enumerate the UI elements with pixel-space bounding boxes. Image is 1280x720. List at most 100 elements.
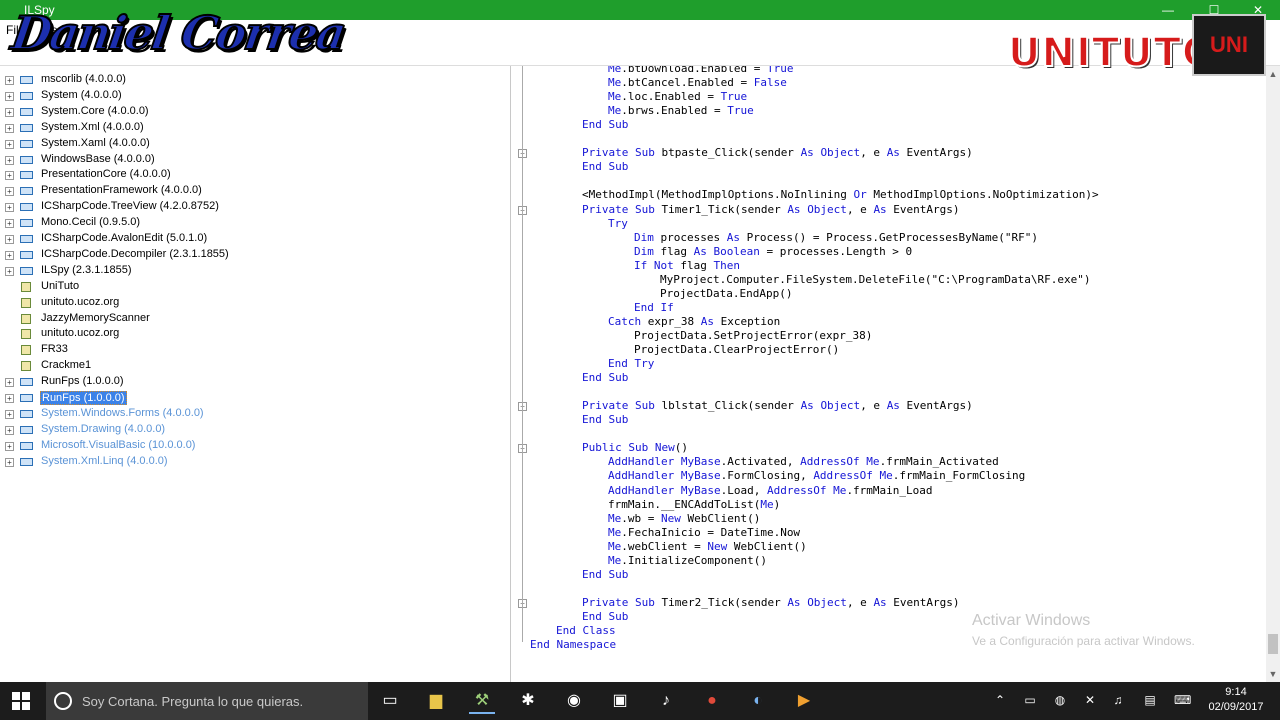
file-explorer-icon[interactable]: ▆: [423, 688, 449, 714]
expand-icon[interactable]: +: [5, 187, 14, 197]
assembly-icon: [20, 394, 33, 402]
ilspy-taskbar-icon[interactable]: ⚒: [469, 688, 495, 714]
tree-item[interactable]: + PresentationFramework (4.0.0.0): [0, 183, 511, 199]
expand-icon[interactable]: +: [5, 394, 14, 403]
code-line: AddHandler MyBase.Load, AddressOf Me.frm…: [530, 484, 933, 498]
code-token: frmMain.__ENCAddToList(: [608, 497, 761, 511]
tree-item[interactable]: + ICSharpCode.Decompiler (2.3.1.1855): [0, 247, 511, 263]
battery-icon[interactable]: ▭: [1022, 693, 1038, 707]
expand-icon[interactable]: +: [5, 378, 14, 388]
tree-item[interactable]: unituto.ucoz.org: [0, 295, 511, 311]
media-player-icon[interactable]: ▶: [791, 688, 817, 714]
tree-item-label: unituto.ucoz.org: [41, 327, 120, 340]
expand-icon[interactable]: +: [5, 425, 14, 435]
tree-item[interactable]: + WindowsBase (4.0.0.0): [0, 152, 511, 168]
microphone-icon[interactable]: ♪: [653, 688, 679, 714]
code-token: <MethodImpl(MethodImplOptions.NoInlining: [582, 188, 854, 202]
cortana-search-box[interactable]: Soy Cortana. Pregunta lo que quieras.: [46, 682, 368, 720]
taskbar-clock[interactable]: 9:14 02/09/2017: [1196, 685, 1276, 715]
assembly-icon: [20, 266, 33, 275]
tree-item[interactable]: + System.Core (4.0.0.0): [0, 104, 511, 120]
tree-item[interactable]: + ICSharpCode.AvalonEdit (5.0.1.0): [0, 231, 511, 247]
tree-item[interactable]: + System.Xml (4.0.0.0): [0, 120, 511, 136]
expand-icon[interactable]: +: [5, 250, 14, 260]
code-keyword: False: [753, 76, 787, 90]
expand-icon[interactable]: +: [5, 139, 14, 149]
expand-icon[interactable]: +: [5, 409, 14, 419]
start-button[interactable]: [12, 692, 30, 710]
code-token: .FechaInicio = DateTime.Now: [621, 525, 801, 539]
tree-item[interactable]: JazzyMemoryScanner: [0, 311, 511, 327]
code-keyword: End Try: [608, 357, 655, 371]
tree-item[interactable]: FR33: [0, 342, 511, 358]
expand-icon[interactable]: +: [5, 155, 14, 165]
code-line: Dim flag As Boolean = processes.Length >…: [530, 245, 912, 259]
code-token: ProjectData.ClearProjectError(): [634, 343, 840, 356]
store-icon[interactable]: ▣: [607, 688, 633, 714]
code-keyword: New: [707, 539, 728, 553]
chrome-icon[interactable]: ●: [699, 688, 725, 714]
expand-icon[interactable]: +: [5, 441, 14, 451]
tree-item[interactable]: + System.Xml.Linq (4.0.0.0): [0, 454, 511, 470]
tree-item[interactable]: + Microsoft.VisualBasic (10.0.0.0): [0, 438, 511, 454]
code-keyword: AddressOf Me: [800, 455, 880, 469]
code-keyword: Try: [608, 216, 628, 230]
scroll-up-arrow-icon[interactable]: ▲: [1266, 66, 1280, 82]
tree-item[interactable]: + mscorlib (4.0.0.0): [0, 72, 511, 88]
code-line: End If: [530, 301, 674, 315]
tree-item-label: mscorlib (4.0.0.0): [41, 73, 126, 85]
code-token: btpaste_Click(sender: [654, 146, 801, 160]
expand-icon[interactable]: +: [5, 457, 14, 467]
code-view[interactable]: Activar Windows Ve a Configuración para …: [514, 66, 1266, 682]
code-keyword: End If: [634, 300, 674, 314]
assembly-tree[interactable]: + mscorlib (4.0.0.0) + System (4.0.0.0) + Sys…: [0, 66, 511, 682]
scroll-thumb[interactable]: [1268, 634, 1278, 654]
code-line: Dim processes As Process() = Process.Get…: [530, 231, 1038, 245]
tree-item[interactable]: + Mono.Cecil (0.9.5.0): [0, 215, 511, 231]
tree-item[interactable]: + RunFps (1.0.0.0): [0, 390, 511, 406]
code-keyword: As: [726, 230, 740, 244]
tree-item[interactable]: + System (4.0.0.0): [0, 88, 511, 104]
code-scrollbar[interactable]: ▲ ▼: [1266, 66, 1280, 682]
code-keyword: Private Sub: [582, 595, 655, 609]
notification-icon[interactable]: ▤: [1142, 693, 1158, 707]
show-hidden-icons-icon[interactable]: ⌃: [992, 693, 1008, 707]
code-keyword: Or: [853, 188, 867, 202]
expand-icon[interactable]: +: [5, 107, 14, 117]
expand-icon[interactable]: +: [5, 266, 14, 276]
assembly-icon: [20, 203, 33, 212]
code-keyword: True: [766, 66, 794, 75]
assembly-icon: [20, 409, 33, 418]
tree-item[interactable]: + System.Windows.Forms (4.0.0.0): [0, 406, 511, 422]
scroll-down-arrow-icon[interactable]: ▼: [1266, 666, 1280, 682]
tree-item[interactable]: + ICSharpCode.TreeView (4.2.0.8752): [0, 199, 511, 215]
tree-item[interactable]: + System.Xaml (4.0.0.0): [0, 136, 511, 152]
tree-item[interactable]: + RunFps (1.0.0.0): [0, 374, 511, 390]
network-icon[interactable]: ✕: [1082, 693, 1098, 707]
expand-icon[interactable]: +: [5, 91, 14, 101]
app-icon-1[interactable]: ✱: [515, 688, 541, 714]
tree-item[interactable]: + System.Drawing (4.0.0.0): [0, 422, 511, 438]
minimize-button[interactable]: —: [1148, 0, 1188, 20]
tree-item[interactable]: + ILSpy (2.3.1.1855): [0, 263, 511, 279]
tray-app-icon[interactable]: ◍: [1052, 693, 1068, 707]
tree-item[interactable]: UniTuto: [0, 279, 511, 295]
volume-icon[interactable]: ♫: [1110, 693, 1126, 707]
expand-icon[interactable]: +: [5, 203, 14, 213]
tree-item[interactable]: Crackme1: [0, 358, 511, 374]
expand-icon[interactable]: +: [5, 76, 14, 85]
assembly-icon: [20, 187, 33, 196]
tree-item[interactable]: unituto.ucoz.org: [0, 326, 511, 342]
app-icon-2[interactable]: ◉: [561, 688, 587, 714]
code-line: End Sub: [530, 610, 628, 624]
activation-watermark-title: Activar Windows: [972, 612, 1091, 629]
expand-icon[interactable]: +: [5, 219, 14, 229]
expand-icon[interactable]: +: [5, 171, 14, 181]
expand-icon[interactable]: +: [5, 235, 14, 244]
task-view-icon[interactable]: ▭: [377, 688, 403, 714]
tree-item[interactable]: + PresentationCore (4.0.0.0): [0, 167, 511, 183]
ccleaner-icon[interactable]: ◐: [745, 688, 771, 714]
expand-icon[interactable]: +: [5, 123, 14, 133]
keyboard-icon[interactable]: ⌨: [1174, 693, 1191, 707]
